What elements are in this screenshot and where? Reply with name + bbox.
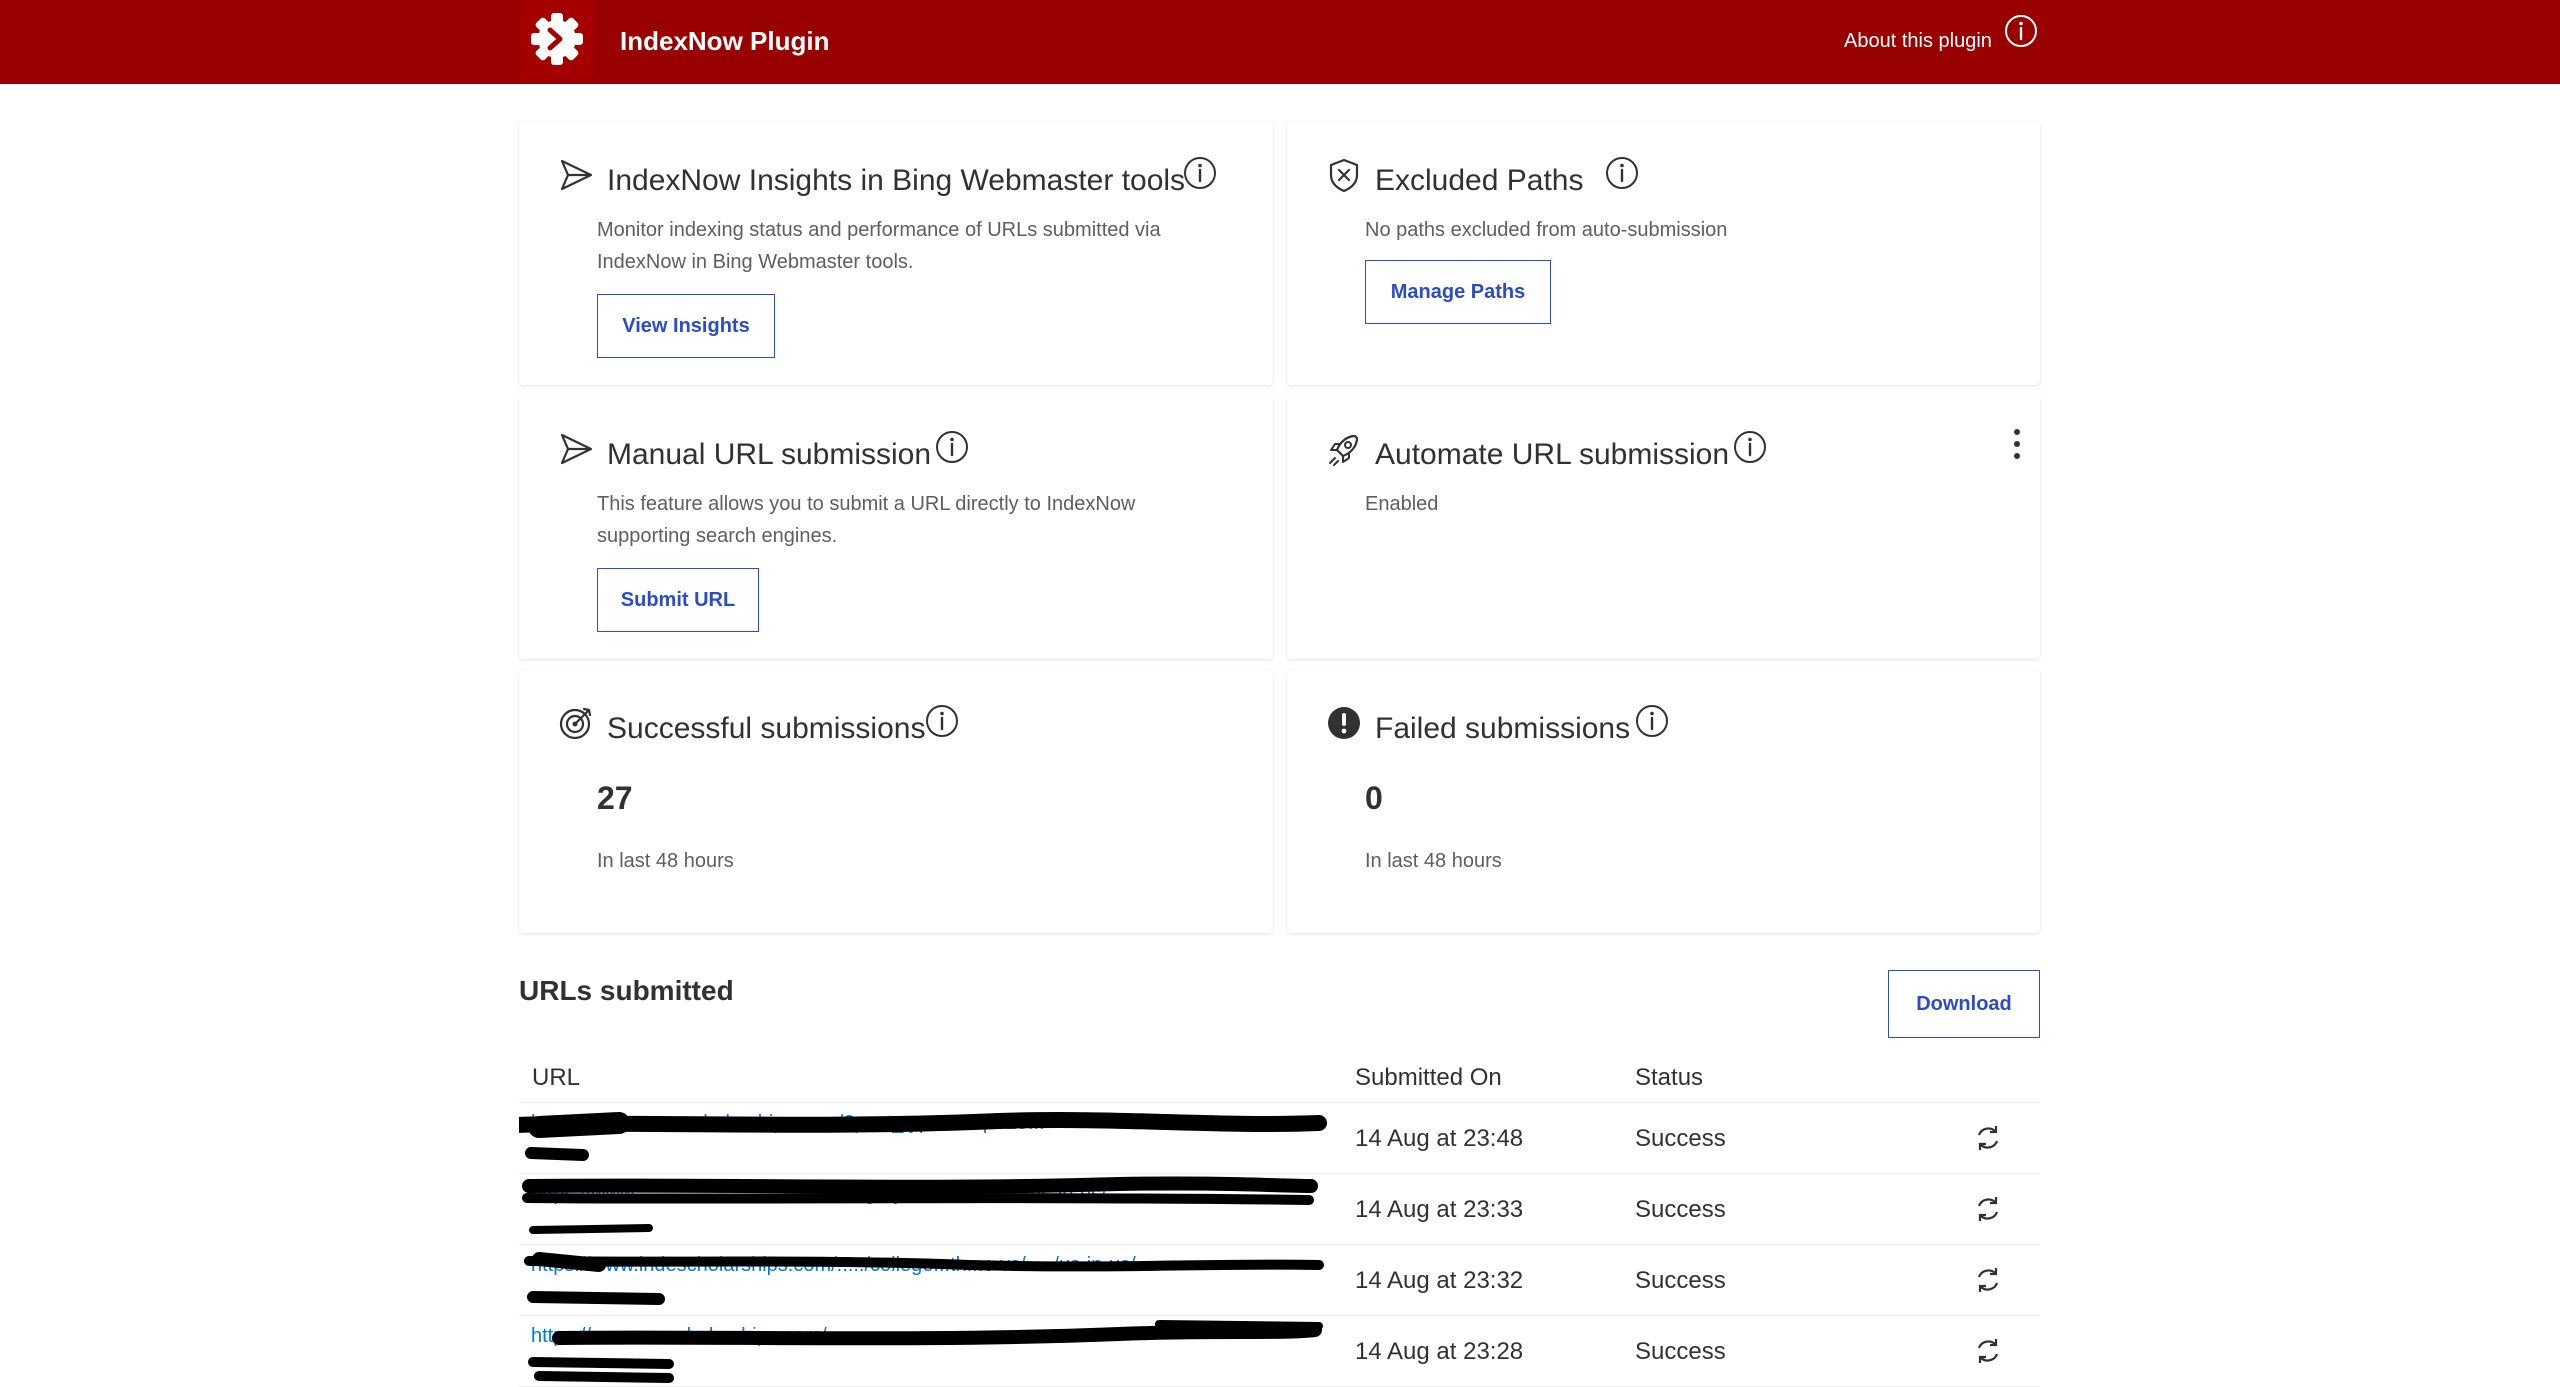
urls-submitted-title: URLs submitted xyxy=(519,975,734,1006)
resubmit-icon[interactable] xyxy=(1973,1123,2003,1153)
status: Success xyxy=(1635,1125,1726,1152)
failed-period: In last 48 hours xyxy=(1365,850,1502,872)
table-row: https://www.indescholarships.com/...../c… xyxy=(519,1245,2040,1316)
submitted-on: 14 Aug at 23:33 xyxy=(1355,1196,1524,1223)
manual-info-icon[interactable] xyxy=(935,430,969,464)
insights-title: IndexNow Insights in Bing Webmaster tool… xyxy=(607,164,1186,197)
excluded-info-icon[interactable] xyxy=(1605,156,1639,190)
column-submitted-on[interactable]: Submitted On xyxy=(1355,1064,1502,1092)
send-icon xyxy=(560,159,593,191)
manual-submission-title: Manual URL submission xyxy=(607,438,932,471)
rocket-icon xyxy=(1329,434,1359,466)
download-button[interactable]: Download xyxy=(1888,970,2040,1038)
error-icon xyxy=(1328,707,1360,739)
insights-card: IndexNow Insights in Bing Webmaster tool… xyxy=(519,122,1273,385)
table-row: https://www.........scholarships.com/?po… xyxy=(519,1103,2040,1174)
submitted-on: 14 Aug at 23:32 xyxy=(1355,1267,1524,1294)
resubmit-icon[interactable] xyxy=(1973,1194,2003,1224)
excluded-paths-description: No paths excluded from auto-submission xyxy=(1365,219,1728,241)
app-title: IndexNow Plugin xyxy=(620,26,830,56)
about-link[interactable]: About this plugin xyxy=(1844,30,1992,53)
successful-count: 27 xyxy=(597,780,633,816)
excluded-paths-title: Excluded Paths xyxy=(1375,164,1584,197)
resubmit-icon[interactable] xyxy=(1973,1265,2003,1295)
excluded-paths-card: Excluded Paths No paths excluded from au… xyxy=(1287,122,2040,385)
automate-submission-card: Automate URL submission Enabled xyxy=(1287,396,2040,659)
automate-submission-title: Automate URL submission xyxy=(1375,438,1730,471)
insights-info-icon[interactable] xyxy=(1183,156,1217,190)
table-row: https://www...........................co… xyxy=(519,1174,2040,1245)
resubmit-icon[interactable] xyxy=(1973,1336,2003,1366)
submit-url-button[interactable]: Submit URL xyxy=(597,568,759,632)
submitted-on: 14 Aug at 23:48 xyxy=(1355,1125,1524,1152)
successful-info-icon[interactable] xyxy=(925,704,959,738)
plugin-logo xyxy=(520,0,594,78)
column-url[interactable]: URL xyxy=(532,1064,580,1092)
insights-description: Monitor indexing status and performance … xyxy=(597,219,1161,273)
top-bar: IndexNow Plugin About this plugin xyxy=(0,0,2560,84)
manage-paths-button[interactable]: Manage Paths xyxy=(1365,260,1551,324)
gear-logo-icon xyxy=(531,13,583,65)
status: Success xyxy=(1635,1267,1726,1294)
manual-submission-description: This feature allows you to submit a URL … xyxy=(597,493,1136,547)
failed-submissions-card: Failed submissions 0 In last 48 hours xyxy=(1287,670,2040,933)
more-options-icon[interactable] xyxy=(2007,426,2027,462)
failed-info-icon[interactable] xyxy=(1635,704,1669,738)
status: Success xyxy=(1635,1338,1726,1365)
status: Success xyxy=(1635,1196,1726,1223)
failed-count: 0 xyxy=(1365,780,1383,816)
redaction-scribble xyxy=(528,1320,1323,1383)
redaction-scribble xyxy=(519,1112,1327,1161)
shield-x-icon xyxy=(1329,158,1359,193)
table-header: URL Submitted On Status xyxy=(519,1050,2040,1103)
successful-submissions-card: Successful submissions 27 In last 48 hou… xyxy=(519,670,1273,933)
table-row: https://www......scholarships.com/......… xyxy=(519,1316,2040,1387)
redaction-scribble xyxy=(522,1176,1318,1234)
failed-submissions-title: Failed submissions xyxy=(1375,712,1631,745)
manual-submission-card: Manual URL submission This feature allow… xyxy=(519,396,1273,659)
target-icon xyxy=(559,707,592,740)
successful-period: In last 48 hours xyxy=(597,850,734,872)
view-insights-button[interactable]: View Insights xyxy=(597,294,775,358)
automate-status: Enabled xyxy=(1365,493,1439,515)
successful-submissions-title: Successful submissions xyxy=(607,712,926,745)
send-icon xyxy=(560,433,593,465)
redaction-scribble xyxy=(524,1252,1324,1305)
column-status[interactable]: Status xyxy=(1635,1064,1703,1092)
submitted-on: 14 Aug at 23:28 xyxy=(1355,1338,1524,1365)
about-info-icon[interactable] xyxy=(2004,14,2038,48)
automate-info-icon[interactable] xyxy=(1733,430,1767,464)
